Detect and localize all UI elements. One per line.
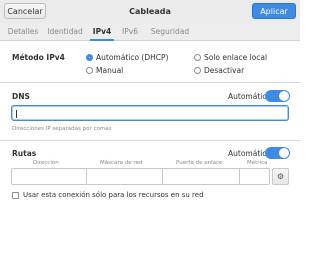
only-local-resources-label[interactable]: Usar esta conexión sólo para los recurso… (23, 191, 204, 199)
only-local-resources-checkbox[interactable] (12, 192, 19, 199)
routes-auto-switch[interactable] (265, 147, 290, 159)
separator (0, 140, 300, 141)
route-metric-input[interactable] (239, 168, 270, 185)
column-header-gateway: Puerta de enlace (176, 160, 223, 166)
tab-ipv4[interactable]: IPv4 (90, 23, 114, 41)
tab-details[interactable]: Detalles (4, 23, 42, 40)
text-caret (16, 110, 17, 118)
dns-auto-switch[interactable] (265, 90, 290, 102)
route-delete-button[interactable]: ⚙ (272, 168, 289, 185)
route-netmask-input[interactable] (86, 168, 163, 185)
column-header-netmask: Máscara de red (100, 160, 143, 166)
dns-label: DNS (12, 92, 30, 101)
radio-manual[interactable] (86, 67, 93, 74)
ipv4-method-label: Método IPv4 (12, 53, 65, 62)
tab-security[interactable]: Seguridad (148, 23, 192, 40)
radio-disable[interactable] (194, 67, 201, 74)
route-address-input[interactable] (11, 168, 87, 185)
route-gateway-input[interactable] (162, 168, 240, 185)
dns-input[interactable] (11, 105, 289, 121)
radio-automatic-dhcp[interactable] (86, 54, 93, 61)
separator (0, 82, 300, 83)
column-header-metric: Métrica (247, 160, 268, 166)
radio-automatic-dhcp-label[interactable]: Automático (DHCP) (96, 53, 168, 62)
radio-disable-label[interactable]: Desactivar (204, 66, 244, 75)
cancel-button[interactable]: Cancelar (4, 3, 46, 19)
gear-icon: ⚙ (276, 172, 285, 181)
radio-link-local[interactable] (194, 54, 201, 61)
radio-link-local-label[interactable]: Solo enlace local (204, 53, 267, 62)
dns-hint: Direcciones IP separadas por comas (12, 126, 112, 132)
tab-ipv6[interactable]: IPv6 (118, 23, 142, 40)
routes-label: Rutas (12, 149, 37, 158)
tab-identity[interactable]: Identidad (44, 23, 86, 40)
apply-button[interactable]: Aplicar (252, 3, 296, 19)
column-header-address: Dirección (33, 160, 59, 166)
radio-manual-label[interactable]: Manual (96, 66, 123, 75)
